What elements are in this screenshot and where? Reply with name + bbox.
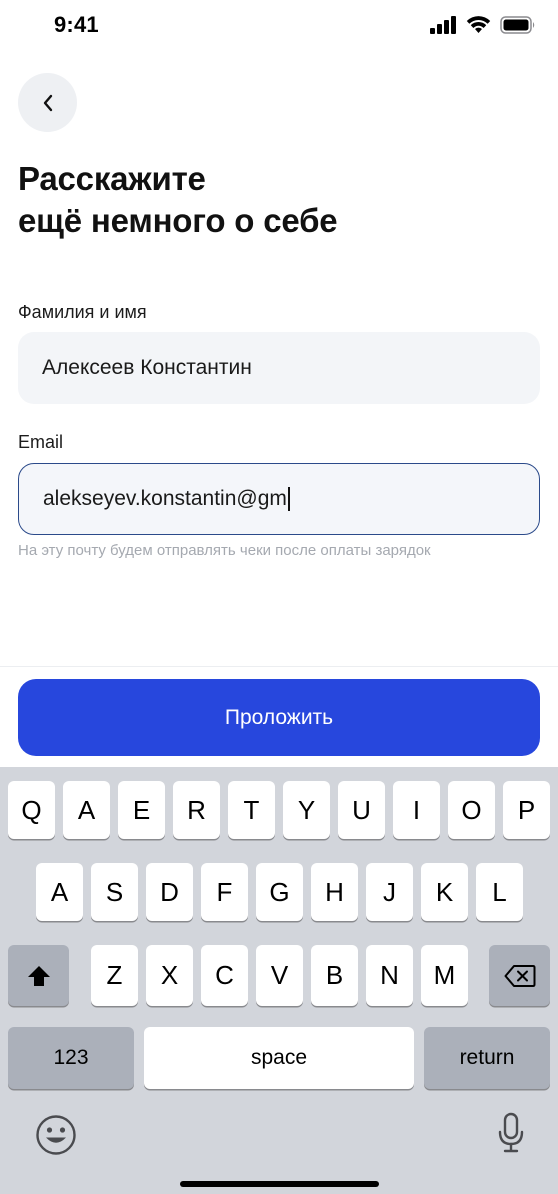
- key-x[interactable]: X: [146, 945, 193, 1006]
- text-caret: [287, 487, 290, 511]
- key-y[interactable]: Y: [283, 781, 330, 839]
- key-e[interactable]: E: [118, 781, 165, 839]
- key-c[interactable]: C: [201, 945, 248, 1006]
- key-t[interactable]: T: [228, 781, 275, 839]
- back-button[interactable]: [18, 73, 77, 132]
- key-o[interactable]: O: [448, 781, 495, 839]
- name-field-label: Фамилия и имя: [18, 302, 147, 322]
- emoji-icon[interactable]: [35, 1114, 77, 1156]
- key-k[interactable]: K: [421, 863, 468, 921]
- delete-icon: [504, 964, 535, 987]
- delete-key[interactable]: [489, 945, 550, 1006]
- email-input-value: alekseyev.konstantin@gm: [43, 487, 287, 510]
- shift-key[interactable]: [8, 945, 69, 1006]
- key-a[interactable]: A: [36, 863, 83, 921]
- page-title-line-1: Расскажите: [18, 160, 206, 197]
- key-p[interactable]: P: [503, 781, 550, 839]
- shift-icon: [27, 965, 50, 986]
- battery-icon: [500, 16, 535, 34]
- cellular-signal-icon: [430, 16, 456, 34]
- submit-button[interactable]: Проложить: [18, 679, 540, 756]
- key-z[interactable]: Z: [91, 945, 138, 1006]
- page-title-line-2: ещё немного о себе: [18, 202, 338, 239]
- email-hint: На эту почту будем отправлять чеки после…: [18, 542, 431, 559]
- key-m[interactable]: M: [421, 945, 468, 1006]
- home-indicator[interactable]: [180, 1181, 379, 1187]
- wifi-icon: [466, 16, 491, 33]
- key-v[interactable]: V: [256, 945, 303, 1006]
- key-j[interactable]: J: [366, 863, 413, 921]
- return-key[interactable]: return: [424, 1027, 550, 1089]
- divider: [0, 666, 558, 667]
- chevron-left-icon: [43, 94, 52, 111]
- space-key[interactable]: space: [144, 1027, 414, 1089]
- status-bar: 9:41: [0, 0, 558, 52]
- status-icons: [430, 16, 536, 34]
- email-input[interactable]: alekseyev.konstantin@gm: [18, 463, 540, 535]
- status-time: 9:41: [54, 12, 99, 37]
- key-q[interactable]: Q: [8, 781, 55, 839]
- key-b[interactable]: B: [311, 945, 358, 1006]
- microphone-icon[interactable]: [496, 1112, 526, 1154]
- key-a-top[interactable]: A: [63, 781, 110, 839]
- key-s[interactable]: S: [91, 863, 138, 921]
- key-u[interactable]: U: [338, 781, 385, 839]
- key-f[interactable]: F: [201, 863, 248, 921]
- key-n[interactable]: N: [366, 945, 413, 1006]
- page-title: Расскажите ещё немного о себе: [18, 158, 338, 242]
- key-h[interactable]: H: [311, 863, 358, 921]
- key-r[interactable]: R: [173, 781, 220, 839]
- key-g[interactable]: G: [256, 863, 303, 921]
- key-d[interactable]: D: [146, 863, 193, 921]
- keyboard: Q A E R T Y U I O P A S D F G H J K L Z …: [0, 767, 558, 1194]
- key-i[interactable]: I: [393, 781, 440, 839]
- name-input-value: Алексеев Константин: [42, 356, 252, 379]
- name-input[interactable]: Алексеев Константин: [18, 332, 540, 404]
- email-field-label: Email: [18, 432, 64, 452]
- numbers-key[interactable]: 123: [8, 1027, 134, 1089]
- key-l[interactable]: L: [476, 863, 523, 921]
